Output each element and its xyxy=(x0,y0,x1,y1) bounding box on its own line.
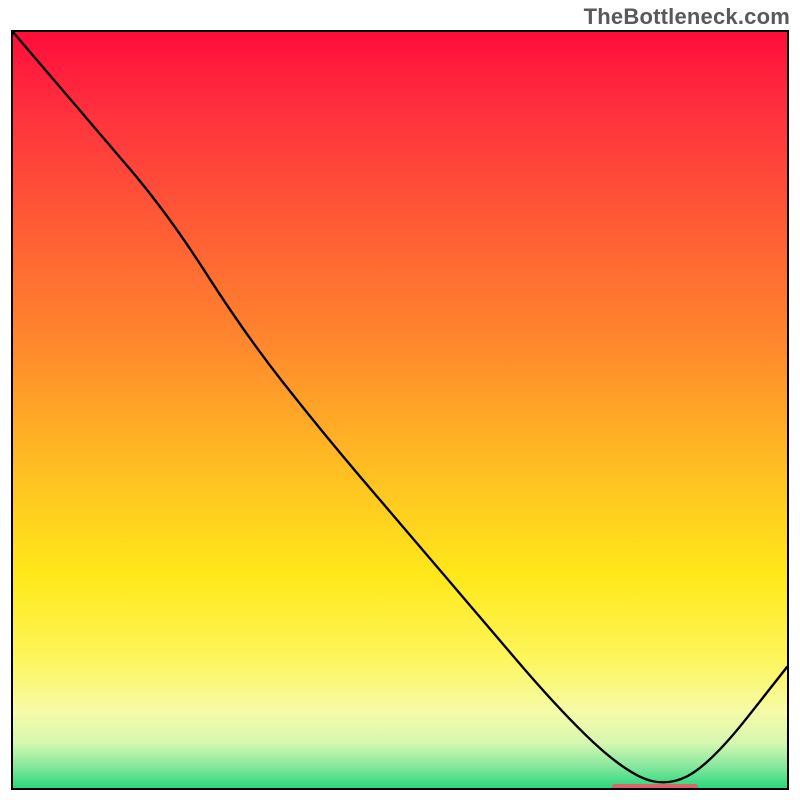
bottleneck-curve xyxy=(13,32,787,788)
plot-frame xyxy=(11,30,789,790)
chart-container: TheBottleneck.com xyxy=(0,0,800,800)
brand-watermark: TheBottleneck.com xyxy=(584,4,790,30)
optimal-range-marker xyxy=(612,784,698,790)
